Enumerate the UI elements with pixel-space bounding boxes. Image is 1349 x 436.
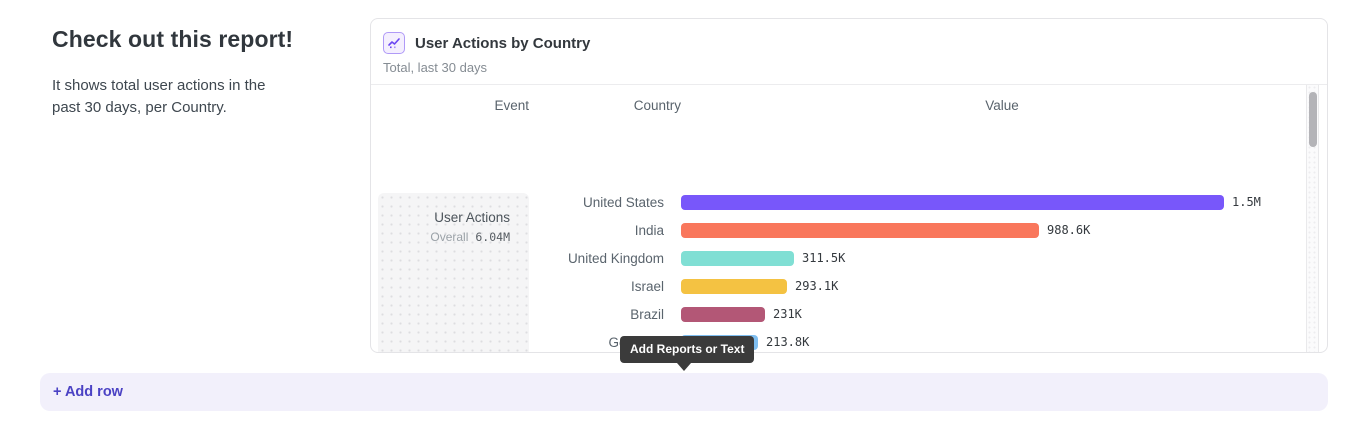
tooltip-label: Add Reports or Text <box>630 342 744 356</box>
chart-row: United States 1.5M <box>371 188 1305 216</box>
bar-value-label: 988.6K <box>1047 223 1090 237</box>
column-header-country: Country <box>529 98 681 113</box>
card-header: User Actions by Country Total, last 30 d… <box>371 19 1327 75</box>
chart-row: Germany213.8K <box>371 328 1305 353</box>
country-label: Brazil <box>371 307 681 322</box>
bar-segment[interactable] <box>681 195 1224 210</box>
bar-value-label: 1.5M <box>1232 195 1261 209</box>
chart-row: India 988.6K <box>371 216 1305 244</box>
column-headers: Event Country Value <box>371 98 1327 113</box>
bar-value-label: 293.1K <box>795 279 838 293</box>
bar-value-label: 213.8K <box>766 335 809 349</box>
description-line: It shows total user actions in the <box>52 75 332 97</box>
chart-row: Israel 293.1K <box>371 272 1305 300</box>
intro-section: Check out this report! It shows total us… <box>52 26 332 119</box>
add-row-label: + Add row <box>53 384 123 400</box>
country-label: Israel <box>371 279 681 294</box>
page-description: It shows total user actions in the past … <box>52 75 332 119</box>
column-header-value: Value <box>698 98 1306 113</box>
country-label: United States <box>371 195 681 210</box>
bar-segment[interactable] <box>681 279 787 294</box>
report-page: Check out this report! It shows total us… <box>0 0 1349 436</box>
card-subtitle: Total, last 30 days <box>383 60 1315 75</box>
chart-scrollbar-thumb[interactable] <box>1309 92 1317 147</box>
card-title: User Actions by Country <box>415 35 590 52</box>
chart-table: Event Country Value User Actions Overall… <box>371 85 1327 353</box>
tooltip-arrow-icon <box>677 363 691 371</box>
chart-scrollbar-track[interactable] <box>1306 85 1319 353</box>
column-header-event: Event <box>371 98 529 113</box>
chart-rows: United States 1.5M India 988.6K United Kingd… <box>371 188 1305 353</box>
add-row-button[interactable]: + Add row <box>40 373 1328 411</box>
line-chart-icon <box>383 32 405 54</box>
bar-value-label: 311.5K <box>802 251 845 265</box>
chart-row: United Kingdom 311.5K <box>371 244 1305 272</box>
country-label: India <box>371 223 681 238</box>
add-reports-tooltip: Add Reports or Text <box>620 336 754 363</box>
description-line: past 30 days, per Country. <box>52 97 332 119</box>
country-label: United Kingdom <box>371 251 681 266</box>
bar-segment[interactable] <box>681 251 794 266</box>
bar-segment[interactable] <box>681 223 1039 238</box>
bar-segment[interactable] <box>681 307 765 322</box>
chart-row: Brazil 231K <box>371 300 1305 328</box>
bar-value-label: 231K <box>773 307 802 321</box>
report-card: User Actions by Country Total, last 30 d… <box>370 18 1328 353</box>
page-title: Check out this report! <box>52 26 332 53</box>
